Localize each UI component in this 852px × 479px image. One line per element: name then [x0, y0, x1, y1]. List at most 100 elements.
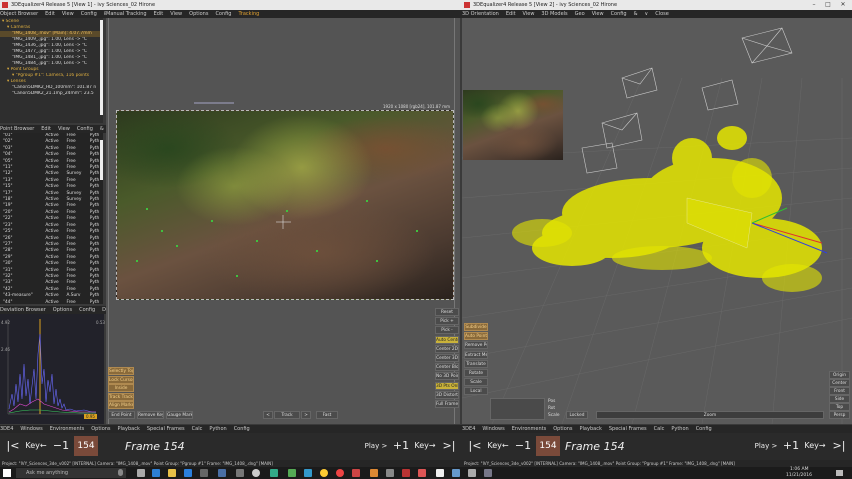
3d-pts-only-button[interactable]: 3D Pts Only [435, 381, 459, 390]
right-start-button[interactable]: |< [464, 435, 486, 457]
menu-item-options[interactable]: Options [91, 426, 110, 432]
maximize-icon[interactable]: □ [822, 0, 834, 10]
app-icon-12[interactable] [402, 469, 410, 477]
align-marker-button[interactable]: Align Marker [108, 401, 134, 409]
left-frame-number[interactable]: 154 [74, 436, 98, 456]
right-end-button[interactable]: >| [828, 435, 850, 457]
track-next-button[interactable]: > [301, 411, 311, 419]
subdivide-button[interactable]: Subdivide [464, 323, 488, 331]
menu-item-item[interactable]: & [634, 11, 638, 17]
menu-item-calc[interactable]: Calc [654, 426, 665, 432]
3d-orientation-viewport[interactable] [462, 18, 852, 424]
rotate-button[interactable]: Rotate [464, 369, 488, 377]
left-start-button[interactable]: |< [2, 435, 24, 457]
track-button[interactable]: Track [274, 411, 300, 419]
end-point-button[interactable]: End Point [108, 411, 135, 419]
table-row[interactable]: "44" Active Free Pyth [0, 300, 103, 304]
menu-item-config[interactable]: Config [77, 126, 93, 132]
start-icon[interactable] [3, 469, 11, 477]
app-icon-1[interactable] [200, 469, 208, 477]
menu-item-tracking[interactable]: Tracking [238, 11, 259, 17]
center-3d-button[interactable]: Center 3D [435, 354, 459, 362]
reset-button[interactable]: Reset [435, 308, 459, 316]
mic-icon[interactable] [118, 469, 123, 476]
side-button[interactable]: Side [829, 395, 850, 403]
menu-item-environments[interactable]: Environments [50, 426, 85, 432]
auto-point-button[interactable]: Auto Point [464, 332, 488, 341]
left-play-button[interactable]: Play > [362, 435, 390, 457]
auto-center-button[interactable]: Auto Center [435, 335, 459, 344]
menu-item-config[interactable]: Config [611, 11, 627, 17]
left-end-button[interactable]: >| [438, 435, 460, 457]
menu-item-view[interactable]: View [170, 11, 182, 17]
scale-button[interactable]: Scale [464, 378, 488, 387]
menu-item-item[interactable]: ∨ [645, 11, 649, 17]
task-view-icon[interactable] [137, 469, 145, 477]
menu-item-config[interactable]: Config [81, 11, 97, 17]
tree-item[interactable]: "Canon5DMK2_21.1mp_24mm": 23.5 [0, 91, 103, 97]
menu-item-playback[interactable]: Playback [118, 426, 140, 432]
app-icon-13[interactable] [418, 469, 426, 477]
pick-button[interactable]: Pick + [435, 317, 459, 326]
right-play-button[interactable]: Play > [752, 435, 780, 457]
object-browser-scrollbar[interactable] [100, 20, 103, 115]
menu-item-special-frames[interactable]: Special Frames [609, 426, 647, 432]
app-icon-17[interactable] [484, 469, 492, 477]
menu-item-options[interactable]: Options [553, 426, 572, 432]
zoom-slider[interactable]: Zoom [596, 411, 824, 419]
right-key-next-button[interactable]: Key→ [802, 435, 828, 457]
left-window-titlebar[interactable]: 3DEqualizer4 Release 5 [View 1] - ivy Sc… [0, 0, 462, 10]
track-prev-button[interactable]: < [263, 411, 273, 419]
local-button[interactable]: Local [464, 387, 488, 396]
front-button[interactable]: Front [829, 387, 850, 395]
point-browser-scrollbar[interactable] [100, 140, 103, 180]
menu-item-geo[interactable]: Geo [575, 11, 585, 17]
gauge-marker-button[interactable]: Gauge Marker [166, 411, 193, 419]
pick-button[interactable]: Pick - [435, 326, 459, 335]
top-button[interactable]: Top [829, 403, 850, 411]
app-icon-3[interactable] [236, 469, 244, 477]
menu-item-config[interactable]: Config [696, 426, 712, 432]
menu-item-config[interactable]: Config [79, 307, 95, 313]
menu-item-edit[interactable]: Edit [41, 126, 51, 132]
menu-item-edit[interactable]: Edit [506, 11, 516, 17]
store-icon[interactable] [184, 469, 192, 477]
menu-item-3de4[interactable]: 3DE4 [0, 426, 13, 432]
center-2d-button[interactable]: Center 2D [435, 344, 459, 353]
menu-item-item[interactable]: & [100, 126, 104, 132]
menu-item-options[interactable]: Options [189, 11, 208, 17]
menu-item-environments[interactable]: Environments [512, 426, 547, 432]
menu-item-python[interactable]: Python [209, 426, 226, 432]
menu-item-python[interactable]: Python [671, 426, 688, 432]
3d-distortion-button[interactable]: 3D Distortion [435, 390, 459, 399]
no-3d-points-button[interactable]: No 3D Points [435, 372, 459, 381]
menu-item-config[interactable]: Config [234, 426, 250, 432]
left-plus-button[interactable]: +1 [390, 435, 412, 457]
menu-item-calc[interactable]: Calc [192, 426, 203, 432]
inside-button[interactable]: Inside [108, 384, 134, 392]
locked-button[interactable]: Locked [566, 411, 588, 419]
menu-item-config[interactable]: Config [215, 11, 231, 17]
menu-item-manual-tracking[interactable]: Manual Tracking [106, 11, 147, 17]
app-icon-5[interactable] [270, 469, 278, 477]
app-icon-7[interactable] [304, 469, 312, 477]
menu-item-view[interactable]: View [592, 11, 604, 17]
right-frame-number[interactable]: 154 [536, 436, 560, 456]
menu-item-edit[interactable]: Edit [45, 11, 55, 17]
menu-item-point-browser[interactable]: Point Browser [0, 126, 34, 132]
app-icon-6[interactable] [288, 469, 296, 477]
translate-button[interactable]: Translate [464, 359, 488, 368]
app-icon-9[interactable] [352, 469, 360, 477]
app-icon-4[interactable] [252, 469, 260, 477]
menu-item-edit[interactable]: Edit [154, 11, 164, 17]
right-plus-button[interactable]: +1 [780, 435, 802, 457]
taskbar-search-box[interactable]: Ask me anything [16, 468, 126, 478]
center-button[interactable]: Center [829, 379, 850, 387]
menu-item-object-browser[interactable]: Object Browser [0, 11, 38, 17]
folder-icon[interactable] [168, 469, 176, 477]
right-key-prev-button[interactable]: Key← [486, 435, 510, 457]
menu-item-options[interactable]: Options [53, 307, 72, 313]
notification-icon[interactable] [836, 470, 843, 476]
full-frame-button[interactable]: Full Frame [435, 400, 459, 408]
extract-mesh-button[interactable]: Extract Mesh [464, 350, 488, 359]
